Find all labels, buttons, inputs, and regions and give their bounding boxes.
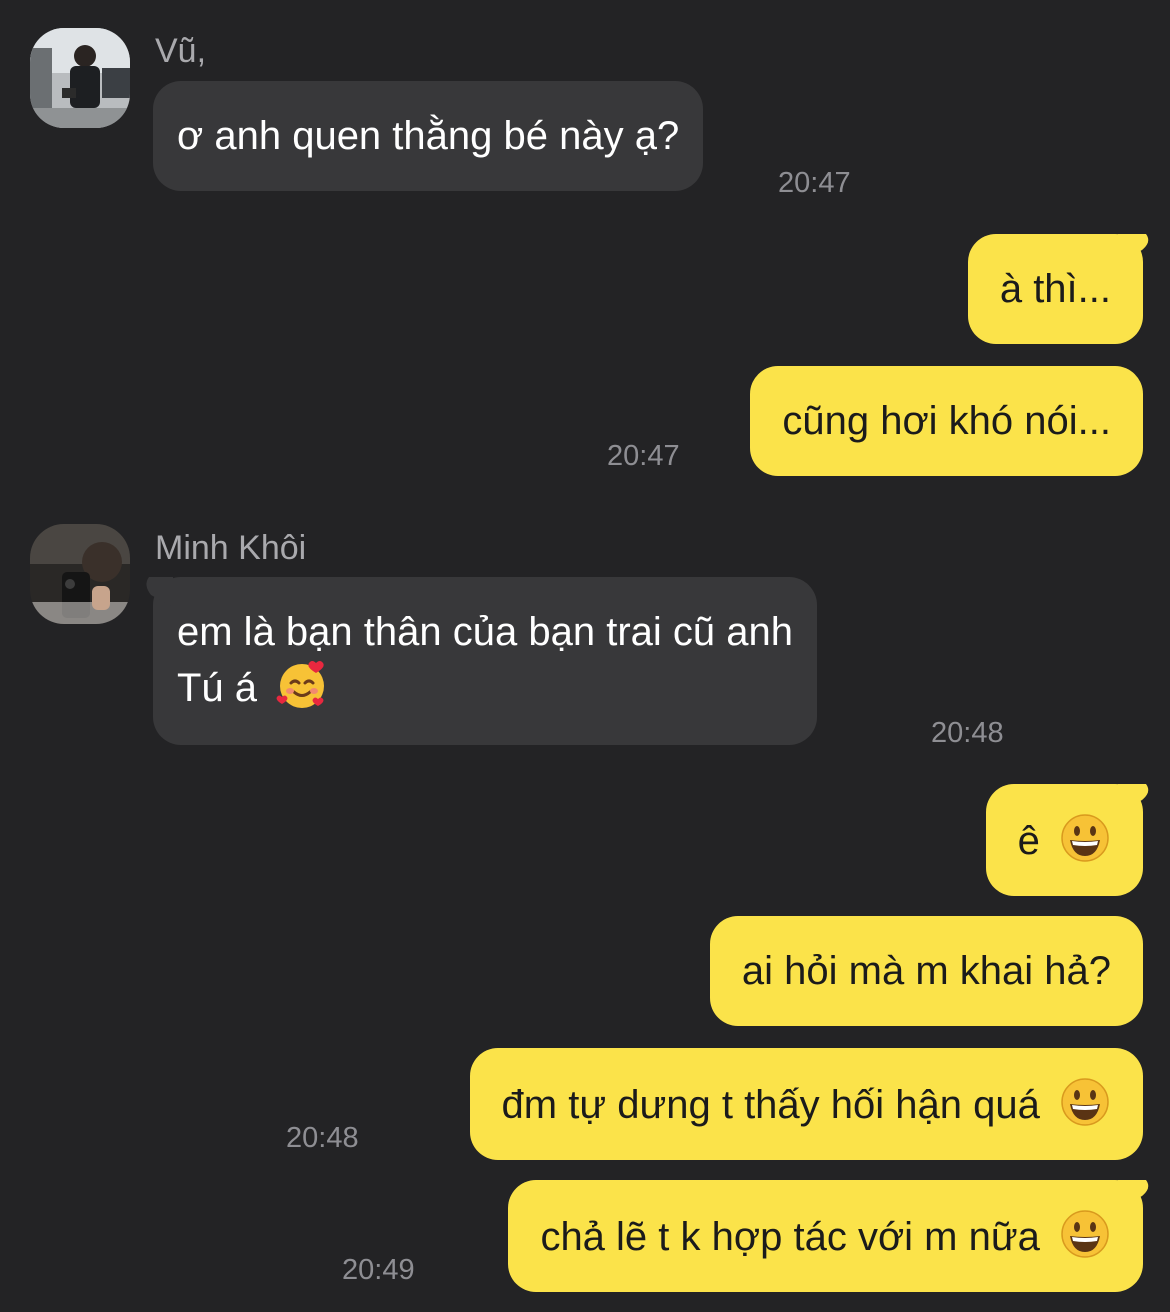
chat-thread: Vũ, ơ anh quen thằng bé này ạ? 20:47 à t…	[0, 0, 1170, 1312]
smiling-face-with-hearts-emoji	[276, 661, 325, 708]
message-bubble-outgoing[interactable]: à thì...	[967, 234, 1143, 344]
grinning-face-emoji	[1061, 814, 1109, 862]
grinning-face-emoji	[1061, 1078, 1109, 1126]
message-text: ê	[1017, 819, 1040, 863]
message-text-line: em là bạn thân của bạn trai cũ anh	[177, 610, 793, 654]
message-text: cũng hơi khó nói...	[782, 399, 1111, 443]
message-bubble-outgoing[interactable]: đm tự dưng t thấy hối hận quá	[469, 1048, 1143, 1160]
bubble-tail	[1118, 1180, 1149, 1210]
bubble-tail	[1118, 234, 1149, 264]
bubble-tail	[1118, 784, 1149, 814]
message-text: ai hỏi mà m khai hả?	[741, 949, 1111, 993]
message-timestamp: 20:47	[778, 167, 851, 199]
message-bubble-incoming[interactable]: ơ anh quen thằng bé này ạ?	[153, 81, 704, 191]
message-timestamp: 20:48	[286, 1122, 359, 1154]
message-bubble-outgoing[interactable]: chả lẽ t k hợp tác với m nữa	[508, 1180, 1143, 1292]
avatar-vu[interactable]	[30, 28, 130, 128]
message-text-line: Tú á	[177, 659, 793, 715]
avatar-vu-photo	[30, 28, 130, 128]
message-timestamp: 20:48	[931, 717, 1004, 749]
message-text: chả lẽ t k hợp tác với m nữa	[540, 1215, 1040, 1259]
message-text: ơ anh quen thằng bé này ạ?	[177, 114, 680, 158]
message-bubble-outgoing[interactable]: ai hỏi mà m khai hả?	[709, 916, 1143, 1026]
sender-name: Minh Khôi	[155, 529, 307, 567]
avatar-minh-khoi[interactable]	[30, 524, 130, 624]
message-bubble-incoming[interactable]: em là bạn thân của bạn trai cũ anh Tú á	[153, 577, 817, 745]
message-text: à thì...	[999, 267, 1111, 311]
message-bubble-outgoing[interactable]: cũng hơi khó nói...	[750, 366, 1143, 476]
message-timestamp: 20:47	[607, 440, 680, 472]
avatar-minh-khoi-photo	[30, 524, 130, 624]
message-timestamp: 20:49	[342, 1254, 415, 1286]
sender-name: Vũ,	[155, 32, 207, 70]
message-text: Tú á	[177, 666, 258, 710]
bubble-tail	[146, 577, 173, 607]
message-text: đm tự dưng t thấy hối hận quá	[501, 1083, 1040, 1127]
grinning-face-emoji	[1061, 1210, 1109, 1258]
